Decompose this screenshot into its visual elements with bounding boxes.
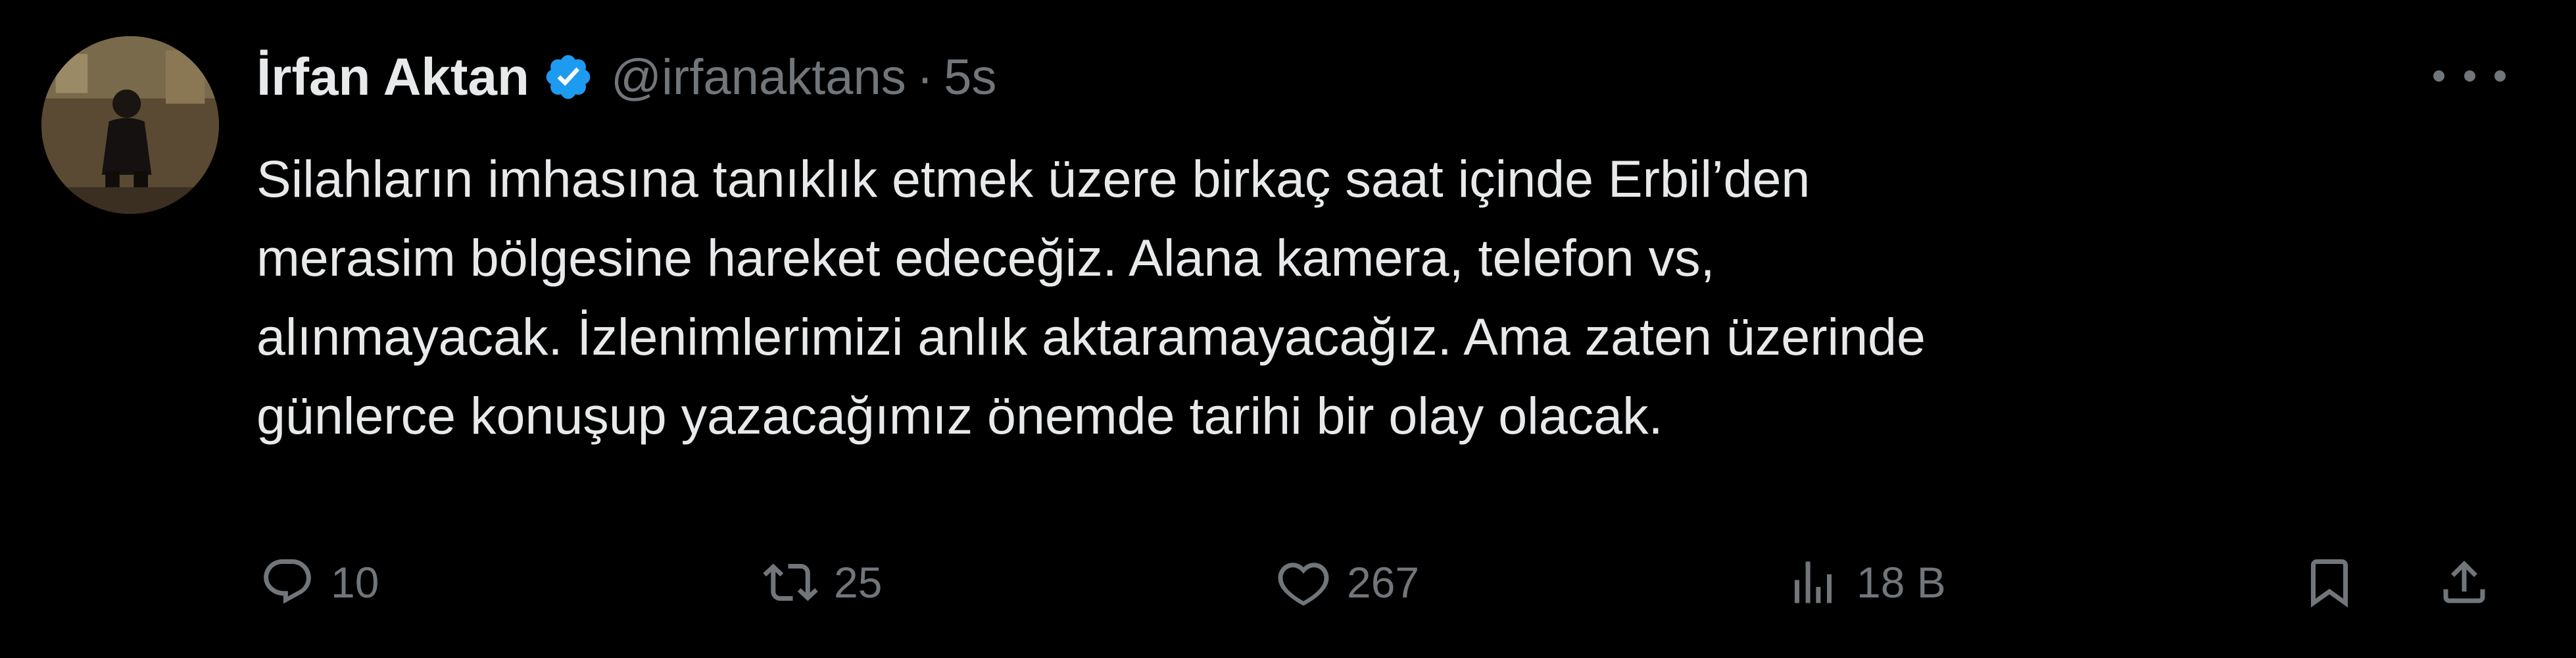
reply-count: 10 <box>331 558 379 607</box>
avatar[interactable] <box>41 36 219 214</box>
bookmark-icon <box>2311 559 2348 608</box>
handle[interactable]: @irfanaktans <box>611 49 906 106</box>
like-count: 267 <box>1347 558 1420 607</box>
views-count: 18 B <box>1857 558 1946 607</box>
avatar-photo <box>41 36 219 214</box>
more-icon[interactable] <box>2433 56 2506 95</box>
retweet-count: 25 <box>834 558 883 607</box>
tweet-header: İrfan Aktan @irfanaktans · 5s <box>256 41 996 113</box>
separator-dot: · <box>916 49 934 105</box>
verified-icon <box>543 51 594 103</box>
views-button[interactable]: 18 B <box>1786 546 1946 619</box>
tweet-text-line: günlerce konuşup yazacağımız önemde tari… <box>256 386 1663 445</box>
retweet-icon <box>763 563 818 601</box>
tweet-text-line: merasim bölgesine hareket edeceğiz. Alan… <box>256 228 1715 287</box>
tweet-text-line: Silahların imhasına tanıklık etmek üzere… <box>256 149 1810 208</box>
share-icon <box>2443 561 2485 603</box>
tweet-card: İrfan Aktan @irfanaktans · 5s Silahların… <box>0 0 2576 658</box>
like-button[interactable]: 267 <box>1276 546 1419 619</box>
tweet-text-line: alınmayacak. İzlenimlerimizi anlık aktar… <box>256 307 1926 366</box>
bookmark-button[interactable] <box>2302 546 2357 619</box>
action-bar: 10 25 267 18 B <box>0 546 2576 619</box>
reply-icon <box>264 559 311 604</box>
tweet-text: Silahların imhasına tanıklık etmek üzere… <box>256 139 2427 455</box>
views-icon <box>1795 561 1832 603</box>
like-icon <box>1278 563 1329 606</box>
display-name[interactable]: İrfan Aktan <box>256 47 529 107</box>
retweet-button[interactable]: 25 <box>763 546 882 619</box>
reply-button[interactable]: 10 <box>260 546 379 619</box>
share-button[interactable] <box>2437 546 2492 619</box>
timestamp[interactable]: 5s <box>944 49 996 106</box>
